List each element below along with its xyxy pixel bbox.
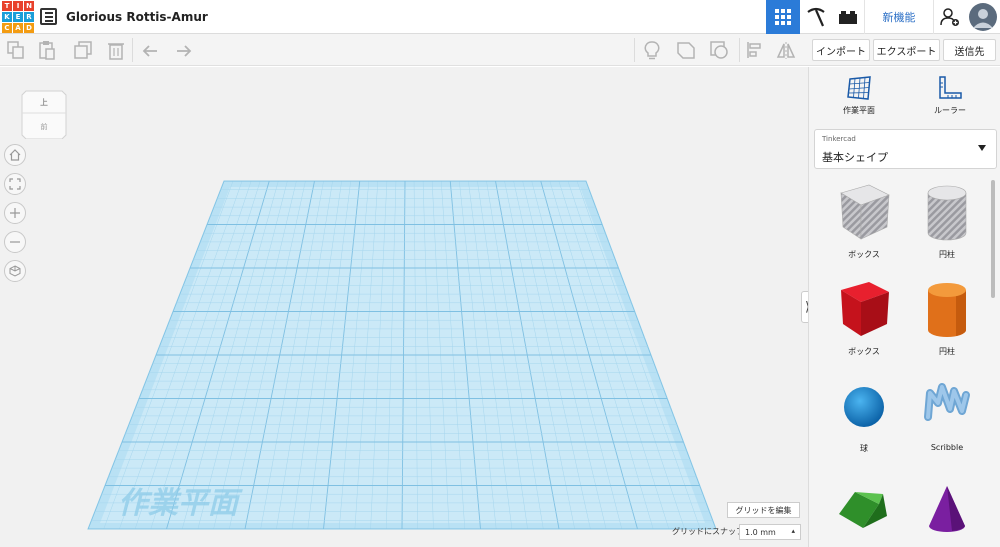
shape-label: 円柱	[939, 347, 955, 356]
undo-icon[interactable]	[141, 40, 161, 60]
shape-label: 円柱	[939, 250, 955, 259]
add-user-icon	[940, 8, 959, 26]
grid-icon	[775, 9, 791, 25]
export-button[interactable]: エクスポート	[873, 39, 940, 61]
3d-view-button[interactable]	[766, 0, 800, 34]
shape-box[interactable]: ボックス	[824, 276, 904, 370]
ruler-tool-label: ルーラー	[934, 106, 966, 115]
ruler-tool[interactable]: ルーラー	[915, 75, 985, 116]
delete-icon[interactable]	[106, 40, 126, 60]
pickaxe-icon	[807, 7, 825, 27]
workplane-tool-icon	[847, 76, 871, 100]
redo-icon[interactable]	[173, 40, 193, 60]
caret-down-icon	[978, 145, 986, 151]
tinkercad-logo[interactable]: TIN KER CAD	[2, 1, 34, 33]
workplane-watermark: 作業平面	[118, 486, 243, 521]
document-title[interactable]: Glorious Rottis-Amur	[66, 10, 208, 24]
library-name: 基本シェイプ	[822, 151, 888, 164]
edit-grid-button[interactable]: グリッドを編集	[727, 502, 800, 518]
box-hole-icon	[840, 184, 890, 240]
shape-label: ボックス	[848, 347, 880, 356]
logo-letter: I	[13, 1, 23, 11]
shapes-panel: 作業平面 ルーラー Tinkercad 基本シェイプ ボックス 円柱 ボックス …	[808, 67, 1000, 547]
library-source: Tinkercad	[822, 135, 856, 143]
shape-roof[interactable]	[824, 470, 904, 547]
cone-icon	[929, 486, 965, 532]
shape-cylinder[interactable]: 円柱	[907, 276, 987, 370]
copy-icon[interactable]	[6, 40, 26, 60]
top-bar: TIN KER CAD Glorious Rottis-Amur 新機能	[0, 0, 1000, 34]
add-user-button[interactable]	[934, 0, 966, 34]
logo-letter: C	[2, 23, 12, 33]
shape-box-hole[interactable]: ボックス	[824, 179, 904, 273]
new-features-button[interactable]: 新機能	[864, 0, 934, 34]
show-all-icon[interactable]	[676, 40, 696, 60]
chevron-updown-icon: ▴	[791, 527, 795, 535]
logo-letter: R	[24, 12, 34, 22]
mirror-icon[interactable]	[776, 40, 796, 60]
workplane-grid[interactable]: 作業平面	[0, 67, 808, 547]
avatar	[969, 3, 997, 31]
snap-grid-value: 1.0 mm	[745, 527, 776, 537]
edit-toolbar: インポート エクスポート 送信先	[0, 34, 1000, 66]
codeblocks-button[interactable]	[800, 0, 832, 34]
group-icon[interactable]	[709, 40, 729, 60]
shape-label: 球	[860, 444, 868, 453]
logo-letter: A	[13, 23, 23, 33]
send-to-button[interactable]: 送信先	[943, 39, 996, 61]
shape-label: Scribble	[930, 443, 964, 452]
box-icon	[841, 282, 889, 336]
shape-cone[interactable]	[907, 470, 987, 547]
workplane-tool-label: 作業平面	[843, 106, 875, 115]
logo-letter: D	[24, 23, 34, 33]
logo-letter: E	[13, 12, 23, 22]
logo-letter: N	[24, 1, 34, 11]
shape-library-select[interactable]: Tinkercad 基本シェイプ	[814, 129, 997, 169]
snap-grid-select[interactable]: 1.0 mm ▴	[739, 524, 801, 540]
shape-cylinder-hole[interactable]: 円柱	[907, 179, 987, 273]
import-button[interactable]: インポート	[812, 39, 870, 61]
bricks-button[interactable]	[832, 0, 864, 34]
snap-grid-label: グリッドにスナップ	[672, 527, 744, 536]
workplane-tool[interactable]: 作業平面	[824, 75, 894, 116]
shape-scribble[interactable]: Scribble	[907, 373, 987, 467]
brick-icon	[839, 11, 857, 24]
notes-lightbulb-icon[interactable]	[642, 40, 662, 60]
design-list-icon[interactable]	[40, 8, 57, 25]
logo-letter: T	[2, 1, 12, 11]
align-icon[interactable]	[745, 40, 765, 60]
cylinder-icon	[928, 283, 966, 337]
shape-label: ボックス	[848, 250, 880, 259]
duplicate-icon[interactable]	[73, 40, 93, 60]
roof-icon	[839, 492, 887, 528]
sphere-icon	[844, 387, 884, 427]
user-avatar-button[interactable]	[966, 0, 1000, 34]
shape-grid: ボックス 円柱 ボックス 円柱 球 Scribble	[809, 179, 1000, 547]
scribble-icon	[924, 383, 970, 421]
paste-icon[interactable]	[37, 40, 57, 60]
cylinder-hole-icon	[927, 185, 967, 241]
3d-workspace[interactable]: 上 前 作業平面 グリッドを編集 グリッドにスナップ 1.0 mm ▴	[0, 67, 808, 547]
ruler-icon	[939, 76, 962, 99]
shape-sphere[interactable]: 球	[824, 373, 904, 467]
logo-letter: K	[2, 12, 12, 22]
